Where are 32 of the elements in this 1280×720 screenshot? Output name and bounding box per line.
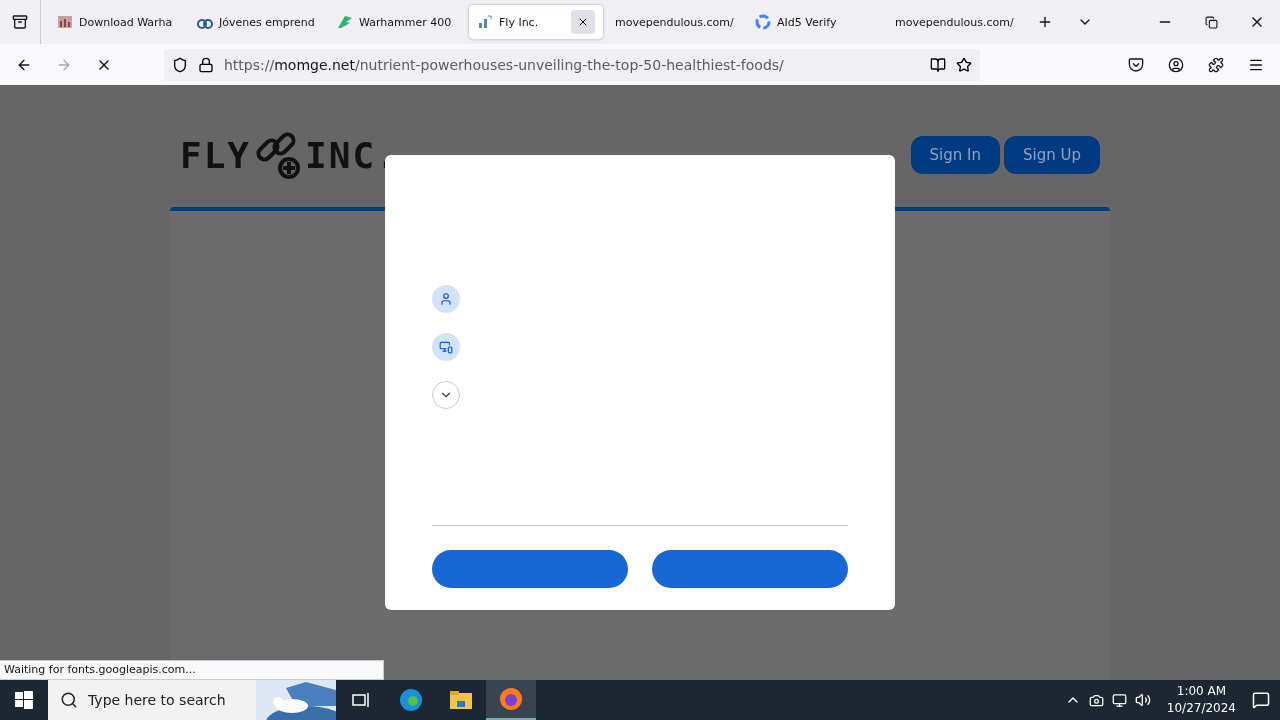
chart-favicon-icon	[477, 14, 493, 30]
dialog-button[interactable]	[432, 550, 628, 588]
shield-icon[interactable]	[172, 56, 188, 73]
firefox-icon[interactable]	[486, 680, 536, 720]
status-text: Waiting for fonts.googleapis.com...	[0, 660, 384, 680]
taskbar-search-field[interactable]: Type here to search	[48, 680, 336, 720]
image-favicon-icon	[57, 14, 73, 30]
bookmark-star-icon[interactable]	[956, 56, 972, 73]
header-button[interactable]: Sign Up	[1004, 136, 1100, 174]
volume-icon[interactable]	[1134, 692, 1151, 708]
clock-date[interactable]: 10/27/2024	[1166, 700, 1236, 717]
header-button[interactable]: Sign In	[910, 136, 1000, 174]
wing-favicon-icon	[337, 14, 353, 30]
browser-tab[interactable]: movependulous.com/	[887, 5, 1023, 39]
browser-tab[interactable]: Warhammer 400	[329, 5, 465, 39]
notifications-icon[interactable]	[1252, 691, 1270, 709]
dialog-button[interactable]	[652, 550, 848, 588]
close-tab-icon[interactable]	[571, 10, 595, 34]
reader-view-icon[interactable]	[930, 56, 946, 73]
browser-tab[interactable]: movependulous.com/	[607, 5, 743, 39]
logo-text: FLY	[180, 134, 252, 176]
camera-icon[interactable]	[1088, 692, 1104, 708]
search-icon	[60, 691, 78, 709]
browser-tab[interactable]: Fly Inc.	[469, 5, 603, 39]
lock-icon[interactable]	[198, 56, 214, 73]
person-icon	[432, 285, 460, 313]
devices-icon	[432, 333, 460, 361]
browser-tab[interactable]: Download Warha	[49, 5, 185, 39]
browser-tab[interactable]: Jóvenes emprend	[189, 5, 325, 39]
browser-tab[interactable]: AId5 Verify	[747, 5, 883, 39]
logo-text: INC.	[305, 134, 400, 176]
clock-time[interactable]: 1:00 AM	[1176, 683, 1227, 700]
